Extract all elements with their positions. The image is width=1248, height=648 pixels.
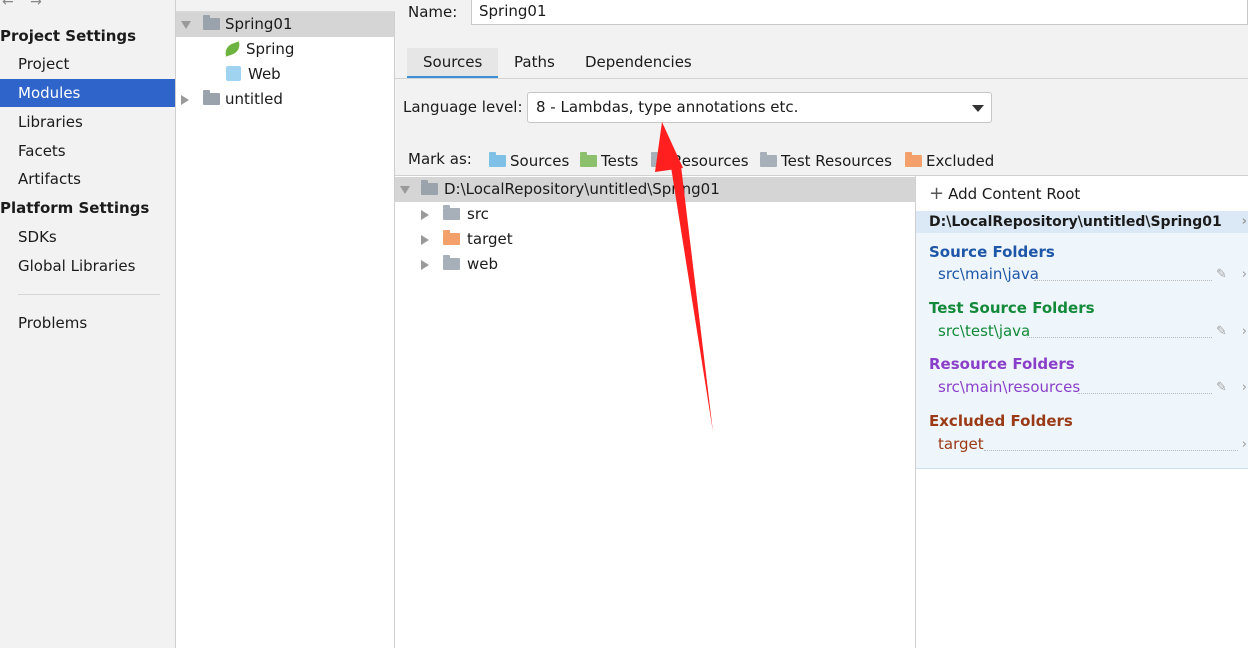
project-settings-header: Project Settings	[0, 27, 137, 45]
expand-arrow-icon[interactable]	[181, 94, 189, 105]
tree-row-src[interactable]: src	[395, 202, 915, 227]
nav-item-sdks[interactable]: SDKs	[0, 223, 175, 251]
content-root-header[interactable]: D:\LocalRepository\untitled\Spring01 ›	[916, 211, 1248, 233]
module-row-spring01[interactable]: Spring01	[176, 12, 394, 37]
nav-item-global-libraries[interactable]: Global Libraries	[0, 252, 175, 280]
expand-arrow-icon[interactable]	[421, 234, 429, 245]
facet-label: Web	[248, 65, 281, 83]
module-name: Spring01	[225, 15, 293, 33]
content-tree: D:\LocalRepository\untitled\Spring01 src…	[395, 175, 915, 648]
expand-arrow-icon[interactable]	[421, 209, 429, 220]
leader-line	[1034, 280, 1212, 281]
web-facet-icon	[226, 66, 241, 81]
expand-arrow-icon[interactable]	[421, 259, 429, 270]
facet-row-spring[interactable]: Spring	[222, 37, 295, 62]
content-root-path: D:\LocalRepository\untitled\Spring01	[929, 214, 1222, 230]
resource-folder-item[interactable]: src\main\resources	[938, 378, 1080, 396]
content-root-path: D:\LocalRepository\untitled\Spring01	[444, 180, 720, 198]
nav-item-facets[interactable]: Facets	[0, 137, 175, 165]
tree-row-label: web	[467, 255, 499, 273]
remove-folder-icon[interactable]: ›	[1242, 437, 1247, 452]
excluded-folder-icon	[443, 230, 460, 245]
nav-divider	[18, 294, 160, 295]
tests-folder-icon	[580, 152, 597, 167]
language-level-label: Language level:	[403, 98, 523, 116]
dropdown-arrow-icon	[972, 105, 984, 112]
module-tree: Spring01 Spring Web untitled	[176, 0, 395, 648]
tab-paths[interactable]: Paths	[498, 48, 571, 79]
remove-folder-icon[interactable]: ›	[1242, 380, 1247, 395]
remove-folder-icon[interactable]: ›	[1242, 267, 1247, 282]
leader-line	[1078, 393, 1212, 394]
platform-settings-header: Platform Settings	[0, 199, 150, 217]
collapse-arrow-icon[interactable]	[400, 185, 410, 194]
excluded-folders-title: Excluded Folders	[929, 412, 1073, 430]
excluded-folder-item[interactable]: target	[938, 435, 984, 453]
leader-line	[1027, 337, 1212, 338]
content-root-box: D:\LocalRepository\untitled\Spring01 › S…	[916, 211, 1248, 469]
tree-row-target[interactable]: target	[395, 227, 915, 252]
mark-tests-button[interactable]: Tests	[580, 150, 638, 172]
excluded-folder-icon	[905, 152, 922, 167]
folder-icon	[443, 255, 460, 270]
nav-item-artifacts[interactable]: Artifacts	[0, 165, 175, 193]
add-content-root-button[interactable]: + Add Content Root	[929, 184, 1080, 204]
nav-item-problems[interactable]: Problems	[0, 309, 175, 337]
tree-row-label: src	[467, 205, 489, 223]
module-tree-toolbar	[176, 0, 395, 12]
tab-dependencies[interactable]: Dependencies	[569, 48, 708, 79]
resource-folders-title: Resource Folders	[929, 355, 1075, 373]
source-folder-item[interactable]: src\main\java	[938, 265, 1039, 283]
edit-pencil-icon[interactable]: ✎	[1216, 380, 1227, 395]
nav-history-arrows-icon[interactable]: ← →	[2, 0, 48, 10]
tree-row-label: target	[467, 230, 513, 248]
tree-row-web[interactable]: web	[395, 252, 915, 277]
facet-label: Spring	[246, 40, 295, 58]
mark-resources-button[interactable]: Resources	[651, 150, 749, 172]
module-settings-panel: Name: Spring01 Sources Paths Dependencie…	[395, 0, 1248, 648]
name-label: Name:	[408, 3, 458, 21]
leader-line	[984, 450, 1238, 451]
edit-pencil-icon[interactable]: ✎	[1216, 324, 1227, 339]
remove-folder-icon[interactable]: ›	[1242, 324, 1247, 339]
facet-row-web[interactable]: Web	[226, 62, 281, 87]
mark-excluded-button[interactable]: Excluded	[905, 150, 994, 172]
settings-nav: ← → Project Settings Project Modules Lib…	[0, 0, 176, 648]
collapse-arrow-icon[interactable]	[181, 20, 191, 29]
folder-icon	[421, 180, 438, 195]
language-level-select[interactable]: 8 - Lambdas, type annotations etc.	[527, 92, 992, 123]
module-folder-icon	[203, 15, 220, 30]
nav-item-libraries[interactable]: Libraries	[0, 108, 175, 136]
sources-folder-icon	[489, 152, 506, 167]
plus-icon: +	[929, 183, 945, 204]
folder-icon	[443, 205, 460, 220]
remove-root-icon[interactable]: ›	[1242, 211, 1247, 233]
resources-folder-icon	[651, 152, 668, 167]
content-roots-panel: + Add Content Root D:\LocalRepository\unt…	[915, 175, 1248, 648]
mark-sources-button[interactable]: Sources	[489, 150, 569, 172]
test-resources-folder-icon	[760, 152, 777, 167]
tab-sources[interactable]: Sources	[407, 48, 499, 79]
content-root-row[interactable]: D:\LocalRepository\untitled\Spring01	[395, 177, 915, 202]
test-source-folders-title: Test Source Folders	[929, 299, 1095, 317]
module-name: untitled	[225, 90, 283, 108]
source-folders-title: Source Folders	[929, 243, 1055, 261]
module-row-untitled[interactable]: untitled	[176, 87, 394, 112]
test-source-folder-item[interactable]: src\test\java	[938, 322, 1030, 340]
edit-pencil-icon[interactable]: ✎	[1216, 267, 1227, 282]
mark-test-resources-button[interactable]: Test Resources	[760, 150, 892, 172]
mark-as-label: Mark as:	[408, 150, 472, 168]
language-level-value: 8 - Lambdas, type annotations etc.	[536, 98, 799, 116]
nav-item-project[interactable]: Project	[0, 50, 175, 78]
nav-item-modules[interactable]: Modules	[0, 79, 175, 107]
tab-divider	[395, 78, 1248, 79]
module-name-input[interactable]: Spring01	[471, 0, 1248, 25]
module-folder-icon	[203, 90, 220, 105]
spring-leaf-icon	[222, 41, 243, 57]
